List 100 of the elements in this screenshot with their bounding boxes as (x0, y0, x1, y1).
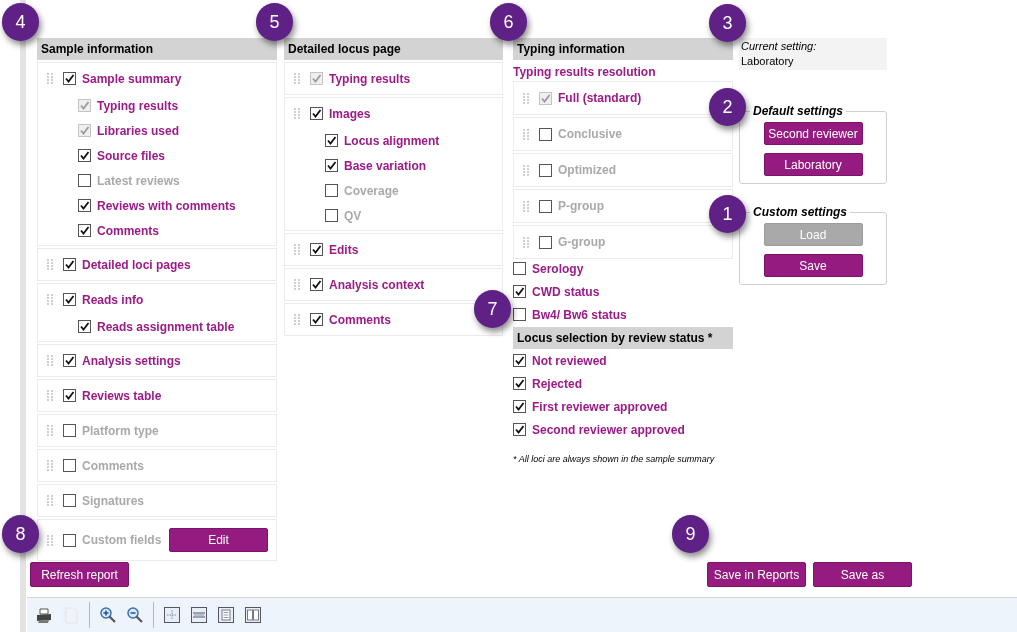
step-number-badge: 6 (490, 3, 527, 41)
checkbox-label[interactable]: Serology (532, 259, 584, 278)
checkbox-label[interactable]: Edits (329, 240, 359, 259)
save-button[interactable]: Save as (813, 562, 912, 587)
checkbox-label[interactable]: Comments (329, 310, 391, 329)
checkbox-label[interactable]: Sample summary (82, 69, 182, 88)
checkbox[interactable] (63, 389, 76, 402)
checkbox-label[interactable]: Second reviewer approved (532, 420, 685, 439)
checkbox[interactable] (63, 293, 76, 306)
checkbox-label[interactable]: Source files (97, 146, 166, 165)
drag-handle-icon[interactable] (523, 200, 529, 212)
zoom-in-icon[interactable] (99, 606, 117, 624)
drag-handle-icon[interactable] (47, 73, 53, 84)
checkbox[interactable] (78, 320, 91, 333)
checkbox[interactable] (325, 209, 338, 222)
section-header: Locus selection by review status * (513, 327, 733, 349)
drag-handle-icon[interactable] (47, 390, 53, 401)
checkbox-label[interactable]: Locus alignment (344, 131, 440, 150)
checkbox-label[interactable]: Reviews with comments (97, 196, 236, 215)
checkbox[interactable] (310, 72, 323, 85)
checkbox[interactable] (63, 354, 76, 367)
checkbox-label[interactable]: Not reviewed (532, 351, 607, 370)
checkbox-label[interactable]: Typing results (97, 96, 179, 115)
checkbox[interactable] (63, 494, 76, 507)
checkbox-label[interactable]: Full (standard) (558, 89, 642, 107)
save-button[interactable]: Save in Reports (707, 562, 806, 587)
settings-button[interactable]: Second reviewer (763, 122, 863, 145)
checkbox-label[interactable]: Detailed loci pages (82, 255, 191, 274)
checkbox[interactable] (539, 91, 552, 105)
edit-button[interactable]: Edit (169, 528, 268, 552)
checkbox[interactable] (325, 134, 338, 147)
checkbox-label[interactable]: Reads assignment table (97, 317, 235, 336)
drag-handle-icon[interactable] (523, 128, 529, 140)
checkbox-label[interactable]: Typing results (329, 69, 411, 88)
checkbox-label[interactable]: Analysis context (329, 275, 425, 294)
checkbox-label[interactable]: First reviewer approved (532, 397, 668, 416)
checkbox[interactable] (63, 258, 76, 271)
drag-handle-icon[interactable] (294, 108, 300, 119)
checkbox-label[interactable]: CWD status (532, 282, 600, 301)
checkbox[interactable] (325, 159, 338, 172)
checkbox-label[interactable]: Rejected (532, 374, 583, 393)
checkbox[interactable] (78, 99, 91, 112)
checkbox[interactable] (63, 72, 76, 85)
drag-handle-icon[interactable] (523, 164, 529, 176)
checkbox[interactable] (310, 107, 323, 120)
group-title: Default settings (752, 103, 844, 120)
printer-icon[interactable] (35, 606, 53, 624)
drag-handle-icon[interactable] (523, 236, 529, 248)
section-header: Detailed locus page (284, 38, 503, 60)
checkbox-label[interactable]: Reviews table (82, 386, 162, 405)
drag-handle-icon[interactable] (47, 294, 53, 305)
settings-button[interactable]: Laboratory (763, 153, 863, 176)
checkbox-label[interactable]: Reads info (82, 290, 144, 309)
zoom-out-icon[interactable] (126, 606, 144, 624)
checkbox[interactable] (513, 377, 526, 390)
checkbox[interactable] (513, 285, 526, 298)
checkbox[interactable] (78, 174, 91, 187)
checkbox-label[interactable]: Images (329, 104, 371, 123)
drag-handle-icon[interactable] (47, 460, 53, 471)
checkbox[interactable] (78, 124, 91, 137)
checkbox[interactable] (513, 400, 526, 413)
checkbox[interactable] (310, 243, 323, 256)
drag-handle-icon[interactable] (294, 73, 300, 84)
checkbox[interactable] (310, 313, 323, 326)
checkbox-label[interactable]: Analysis settings (82, 351, 181, 370)
checkbox[interactable] (513, 423, 526, 436)
checkbox[interactable] (63, 424, 76, 437)
checkbox[interactable] (310, 278, 323, 291)
fit-page-icon[interactable] (163, 606, 181, 624)
checkbox[interactable] (78, 149, 91, 162)
checkbox[interactable] (513, 262, 526, 275)
drag-handle-icon[interactable] (523, 92, 529, 104)
checkbox[interactable] (513, 308, 526, 321)
checkbox[interactable] (539, 127, 552, 141)
checkbox[interactable] (539, 199, 552, 213)
checkbox-label[interactable]: Libraries used (97, 121, 180, 140)
single-page-icon[interactable] (217, 606, 235, 624)
drag-handle-icon[interactable] (47, 425, 53, 436)
checkbox[interactable] (539, 235, 552, 249)
checkbox[interactable] (78, 199, 91, 212)
checkbox-label[interactable]: Base variation (344, 156, 427, 175)
checkbox-label[interactable]: Comments (97, 221, 159, 240)
settings-button[interactable]: Save (763, 254, 863, 277)
drag-handle-icon[interactable] (294, 244, 300, 255)
drag-handle-icon[interactable] (47, 534, 53, 546)
drag-handle-icon[interactable] (294, 279, 300, 290)
refresh-button[interactable]: Refresh report (30, 562, 129, 587)
checkbox[interactable] (63, 533, 76, 547)
drag-handle-icon[interactable] (47, 495, 53, 506)
checkbox[interactable] (63, 459, 76, 472)
checkbox-label[interactable]: Bw4/ Bw6 status (532, 305, 627, 324)
checkbox[interactable] (539, 163, 552, 177)
drag-handle-icon[interactable] (294, 314, 300, 325)
drag-handle-icon[interactable] (47, 355, 53, 366)
checkbox[interactable] (325, 184, 338, 197)
checkbox[interactable] (513, 354, 526, 367)
drag-handle-icon[interactable] (47, 259, 53, 270)
page-width-icon[interactable] (190, 606, 208, 624)
checkbox[interactable] (78, 224, 91, 237)
two-pages-icon[interactable] (244, 606, 262, 624)
